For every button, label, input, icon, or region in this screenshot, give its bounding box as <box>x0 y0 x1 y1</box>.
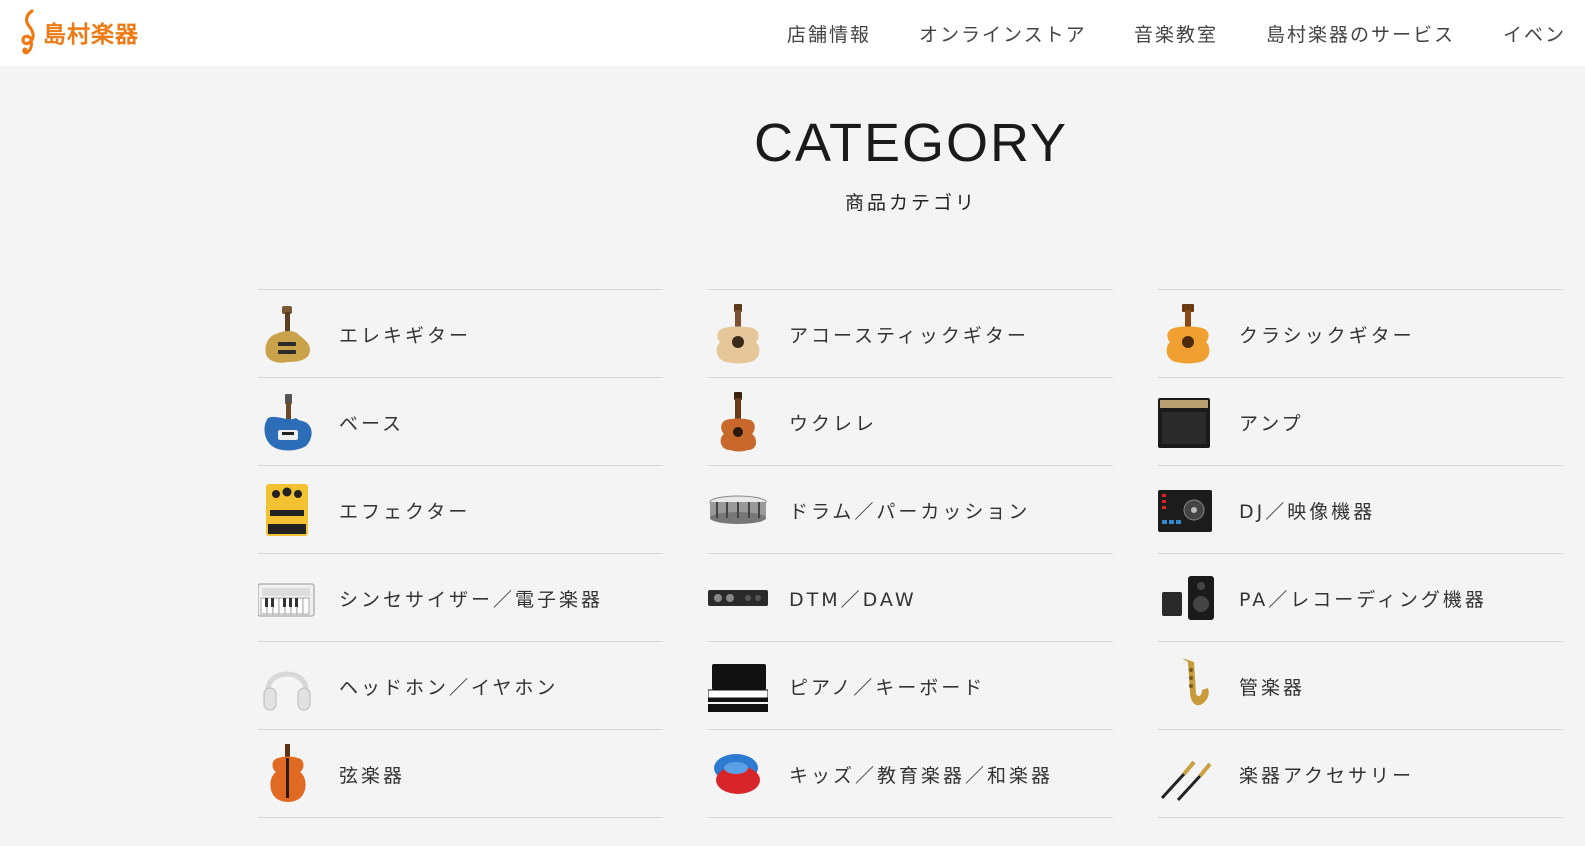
category-item[interactable]: エレキギター <box>258 289 663 377</box>
category-label: アコースティックギター <box>789 325 1029 347</box>
category-item[interactable]: アンプ <box>1158 377 1563 465</box>
category-item[interactable]: ピアノ／キーボード <box>708 641 1113 729</box>
violin-icon <box>270 744 306 802</box>
category-item[interactable]: PA／レコーディング機器 <box>1158 553 1563 641</box>
snare-drum-icon <box>709 495 767 524</box>
category-label: DTM／DAW <box>789 589 917 611</box>
effects-pedal-icon <box>266 484 308 536</box>
category-item[interactable]: エフェクター <box>258 465 663 553</box>
amplifier-icon <box>1158 398 1210 448</box>
piano-icon <box>708 664 768 712</box>
global-nav: 店舗情報 オンラインストア 音楽教室 島村楽器のサービス イベン <box>0 0 1585 66</box>
category-label: ベース <box>339 413 405 435</box>
nav-services[interactable]: 島村楽器のサービス <box>1266 20 1455 47</box>
category-item[interactable]: 弦楽器 <box>258 729 663 818</box>
category-label: PA／レコーディング機器 <box>1239 589 1487 611</box>
category-label: DJ／映像機器 <box>1239 501 1376 523</box>
category-label: ピアノ／キーボード <box>789 677 986 699</box>
category-label: クラシックギター <box>1239 325 1415 347</box>
category-column-2: アコースティックギター ウクレレ ドラム／パーカッション DTM／DAW ピアノ… <box>708 289 1113 818</box>
category-item[interactable]: ドラム／パーカッション <box>708 465 1113 553</box>
category-item[interactable]: DTM／DAW <box>708 553 1113 641</box>
section-title: CATEGORY <box>753 113 1069 173</box>
saxophone-icon <box>1182 658 1209 706</box>
category-item[interactable]: DJ／映像機器 <box>1158 465 1563 553</box>
category-label: 弦楽器 <box>339 765 406 787</box>
category-item[interactable]: アコースティックギター <box>708 289 1113 377</box>
category-label: ヘッドホン／イヤホン <box>339 677 559 699</box>
nav-online-store[interactable]: オンラインストア <box>919 20 1087 47</box>
category-item[interactable]: 楽器アクセサリー <box>1158 729 1563 818</box>
category-label: ドラム／パーカッション <box>789 501 1031 523</box>
category-item[interactable]: シンセサイザー／電子楽器 <box>258 553 663 641</box>
electric-guitar-icon <box>265 306 310 363</box>
category-column-1: エレキギター ベース エフェクター シンセサイザー／電子楽器 ヘッドホン／イヤホ… <box>258 289 663 818</box>
acoustic-guitar-icon <box>716 304 760 364</box>
category-label: エフェクター <box>339 501 471 523</box>
nav-store-info[interactable]: 店舗情報 <box>787 20 871 47</box>
category-label: ウクレレ <box>789 413 878 435</box>
site-header: 島村楽器 店舗情報 オンラインストア 音楽教室 島村楽器のサービス イベン <box>0 0 1585 66</box>
category-item[interactable]: クラシックギター <box>1158 289 1563 377</box>
pa-speaker-icon <box>1162 576 1214 620</box>
synthesizer-icon <box>258 583 315 617</box>
bass-guitar-icon <box>264 394 312 451</box>
section-subtitle: 商品カテゴリ <box>844 192 977 214</box>
category-label: シンセサイザー／電子楽器 <box>339 589 604 611</box>
category-item[interactable]: キッズ／教育楽器／和楽器 <box>708 729 1113 818</box>
category-label: 管楽器 <box>1239 677 1306 699</box>
castanets-icon <box>714 754 760 794</box>
category-item[interactable]: ベース <box>258 377 663 465</box>
category-item[interactable]: ウクレレ <box>708 377 1113 465</box>
audio-interface-icon <box>708 590 768 606</box>
nav-music-school[interactable]: 音楽教室 <box>1134 20 1218 47</box>
category-label: 楽器アクセサリー <box>1239 765 1415 787</box>
ukulele-icon <box>720 392 757 452</box>
category-item[interactable]: ヘッドホン／イヤホン <box>258 641 663 729</box>
dj-controller-icon <box>1158 490 1212 532</box>
category-item[interactable]: 管楽器 <box>1158 641 1563 729</box>
category-label: キッズ／教育楽器／和楽器 <box>789 765 1054 787</box>
headphones-icon <box>263 671 311 711</box>
nav-events[interactable]: イベン <box>1503 20 1566 47</box>
category-column-3: クラシックギター アンプ DJ／映像機器 PA／レコーディング機器 管楽器 楽器… <box>1158 289 1563 818</box>
category-label: エレキギター <box>339 325 472 347</box>
cable-icon <box>1160 760 1212 802</box>
classical-guitar-icon <box>1166 304 1210 364</box>
category-label: アンプ <box>1239 413 1304 435</box>
